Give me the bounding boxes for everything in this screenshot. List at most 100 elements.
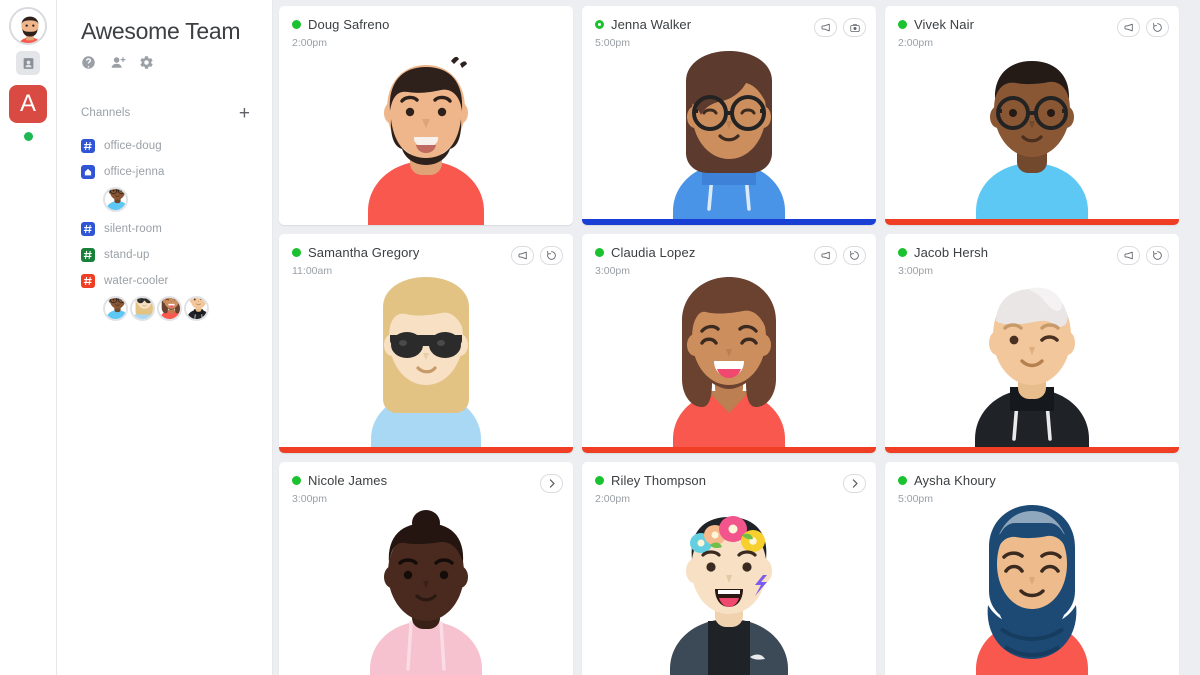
replay-button[interactable] bbox=[1146, 18, 1169, 37]
person-card[interactable]: Jacob Hersh 3:00pm bbox=[885, 234, 1179, 453]
person-card[interactable]: Doug Safreno 2:00pm bbox=[279, 6, 573, 225]
card-identity: Nicole James 3:00pm bbox=[292, 473, 540, 505]
member-avatar-vivek[interactable] bbox=[103, 295, 128, 321]
card-actions bbox=[1117, 245, 1169, 265]
megaphone-button[interactable] bbox=[1117, 18, 1140, 37]
main-area: Doug Safreno 2:00pm Jenna Walker 5:00pm Vive… bbox=[273, 0, 1200, 675]
status-badge bbox=[292, 20, 301, 29]
person-avatar bbox=[279, 46, 573, 225]
camera-button[interactable] bbox=[843, 18, 866, 37]
card-header: Samantha Gregory 11:00am bbox=[279, 234, 573, 277]
add-person-icon[interactable] bbox=[110, 55, 126, 70]
doug-mini-face bbox=[11, 9, 45, 43]
rail-status-dot bbox=[23, 132, 33, 141]
status-badge bbox=[898, 476, 907, 485]
channel-name: stand-up bbox=[104, 248, 150, 261]
member-avatar-claudia[interactable] bbox=[157, 295, 182, 321]
channels-header: Channels + bbox=[81, 104, 256, 123]
help-glyph bbox=[82, 55, 95, 69]
camera-icon bbox=[849, 23, 860, 33]
replay-icon bbox=[1152, 22, 1163, 33]
help-icon[interactable] bbox=[81, 55, 96, 70]
card-identity: Samantha Gregory 11:00am bbox=[292, 245, 511, 277]
avatar-aysha bbox=[976, 505, 1088, 675]
replay-button[interactable] bbox=[1146, 246, 1169, 265]
person-name: Jacob Hersh bbox=[914, 245, 989, 260]
person-time: 5:00pm bbox=[595, 37, 631, 49]
card-identity: Jenna Walker 5:00pm bbox=[595, 17, 814, 49]
person-card[interactable]: Samantha Gregory 11:00am bbox=[279, 234, 573, 453]
add-channel-button[interactable]: + bbox=[239, 104, 250, 123]
app-tile-a[interactable]: A bbox=[9, 85, 47, 123]
contacts-icon[interactable] bbox=[16, 51, 40, 75]
megaphone-button[interactable] bbox=[814, 18, 837, 37]
replay-glyph bbox=[547, 250, 556, 260]
person-name: Doug Safreno bbox=[308, 17, 390, 32]
replay-button[interactable] bbox=[843, 246, 866, 265]
chevron-right-button[interactable] bbox=[540, 474, 563, 493]
name-row: Aysha Khoury bbox=[898, 473, 1169, 488]
person-time: 5:00pm bbox=[898, 493, 934, 505]
person-time: 2:00pm bbox=[292, 37, 328, 49]
card-header: Vivek Nair 2:00pm bbox=[885, 6, 1179, 49]
person-card[interactable]: Nicole James 3:00pm bbox=[279, 462, 573, 675]
channel-item-office-jenna[interactable]: office-jenna bbox=[81, 159, 256, 185]
card-identity: Doug Safreno 2:00pm bbox=[292, 17, 563, 49]
megaphone-button[interactable] bbox=[1117, 246, 1140, 265]
replay-button[interactable] bbox=[540, 246, 563, 265]
avatar-riley bbox=[670, 516, 788, 675]
hash-icon bbox=[81, 247, 95, 262]
status-badge bbox=[595, 248, 604, 257]
person-name: Samantha Gregory bbox=[308, 245, 420, 260]
channel-item-office-doug[interactable]: office-doug bbox=[81, 133, 256, 159]
contacts-glyph bbox=[23, 57, 33, 69]
person-card[interactable]: Jenna Walker 5:00pm bbox=[582, 6, 876, 225]
status-badge bbox=[292, 476, 301, 485]
person-avatar bbox=[582, 46, 876, 225]
channel-item-stand-up[interactable]: stand-up bbox=[81, 242, 256, 268]
gear-icon[interactable] bbox=[139, 55, 154, 70]
card-header: Aysha Khoury 5:00pm bbox=[885, 462, 1179, 505]
card-identity: Vivek Nair 2:00pm bbox=[898, 17, 1117, 49]
person-card[interactable]: Vivek Nair 2:00pm bbox=[885, 6, 1179, 225]
person-time: 2:00pm bbox=[898, 37, 934, 49]
member-avatar-samantha[interactable] bbox=[130, 295, 155, 321]
member-avatar-jacob[interactable] bbox=[184, 295, 209, 321]
channel-name: office-jenna bbox=[104, 165, 165, 178]
hash-icon bbox=[81, 221, 95, 236]
megaphone-button[interactable] bbox=[814, 246, 837, 265]
hash-glyph bbox=[83, 224, 92, 233]
person-avatar bbox=[279, 274, 573, 453]
channel-item-silent-room[interactable]: silent-room bbox=[81, 216, 256, 242]
chevron-right-button[interactable] bbox=[843, 474, 866, 493]
replay-icon bbox=[546, 250, 557, 261]
name-row: Jenna Walker bbox=[595, 17, 814, 32]
avatar-jenna bbox=[673, 51, 785, 225]
megaphone-icon bbox=[1123, 251, 1134, 260]
door-glyph bbox=[84, 168, 92, 176]
rail-user-avatar[interactable] bbox=[9, 7, 47, 45]
avatar-nicole bbox=[370, 510, 482, 675]
person-name: Jenna Walker bbox=[611, 17, 692, 32]
avatar-vivek bbox=[976, 61, 1088, 225]
add-person-glyph bbox=[111, 56, 126, 68]
name-row: Samantha Gregory bbox=[292, 245, 511, 260]
name-row: Claudia Lopez bbox=[595, 245, 814, 260]
status-badge bbox=[595, 476, 604, 485]
member-avatar-vivek[interactable] bbox=[103, 186, 128, 212]
replay-icon bbox=[1152, 250, 1163, 261]
person-card[interactable]: Riley Thompson 2:00pm bbox=[582, 462, 876, 675]
channel-item-water-cooler[interactable]: water-cooler bbox=[81, 268, 256, 294]
megaphone-glyph bbox=[821, 251, 830, 260]
status-badge bbox=[898, 248, 907, 257]
channel-members-office-jenna bbox=[81, 186, 256, 212]
person-card[interactable]: Aysha Khoury 5:00pm bbox=[885, 462, 1179, 675]
person-card[interactable]: Claudia Lopez 3:00pm bbox=[582, 234, 876, 453]
megaphone-button[interactable] bbox=[511, 246, 534, 265]
megaphone-icon bbox=[517, 251, 528, 260]
replay-icon bbox=[849, 250, 860, 261]
hash-glyph bbox=[83, 250, 92, 259]
megaphone-glyph bbox=[1124, 23, 1133, 32]
megaphone-icon bbox=[820, 23, 831, 32]
card-header: Jacob Hersh 3:00pm bbox=[885, 234, 1179, 277]
